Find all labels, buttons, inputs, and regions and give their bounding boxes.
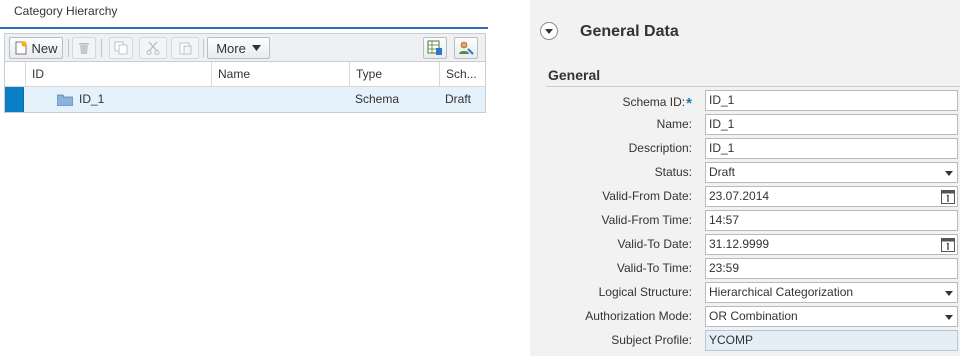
user-settings-icon [459,41,474,55]
group-title: General [548,67,601,83]
copy-button[interactable] [109,37,133,59]
cell-status: Draft [445,92,472,106]
schema-id-label: Schema ID:* [622,95,692,112]
cell-type: Schema [355,92,400,106]
name-field[interactable]: ID_1 [705,114,958,135]
cell-id: ID_1 [79,92,105,106]
more-button-label: More [216,40,246,56]
toolbar-separator [101,39,102,57]
cut-button[interactable] [139,37,167,59]
form-row-valid-to-date: Valid-To Date: 31.12.9999 [530,233,960,257]
more-menu-button[interactable]: More [207,37,270,59]
subject-profile-label: Subject Profile: [611,333,692,347]
schema-id-field[interactable]: ID_1 [705,90,958,111]
cell-name [211,87,217,112]
personalize-button[interactable] [454,37,478,59]
logical-structure-value: Hierarchical Categorization [709,285,854,299]
row-selector[interactable] [5,87,24,112]
column-header-id[interactable]: ID [25,62,211,87]
form-row-name: Name: ID_1 [530,113,960,137]
form-row-authorization-mode: Authorization Mode: OR Combination [530,305,960,329]
chevron-down-icon[interactable] [945,171,953,176]
form-row-valid-from-date: Valid-From Date: 23.07.2014 [530,185,960,209]
delete-button[interactable] [72,37,96,59]
authorization-mode-value: OR Combination [709,309,798,323]
status-value: Draft [709,165,736,179]
chevron-down-icon[interactable] [945,291,953,296]
table-settings-button[interactable] [423,37,447,59]
logical-structure-label: Logical Structure: [598,285,692,299]
status-dropdown[interactable]: Draft [705,162,958,183]
pane-gap [490,0,530,356]
valid-to-date-value: 31.12.9999 [709,237,770,251]
scissors-icon [146,41,160,55]
trash-icon [79,43,89,54]
new-button[interactable]: New [9,37,63,59]
paste-button[interactable] [171,37,199,59]
new-button-label: New [31,40,58,56]
status-label: Status: [654,165,692,179]
table-row[interactable]: ID_1 Schema Draft [5,87,485,112]
valid-from-date-value: 23.07.2014 [709,189,770,203]
form-row-description: Description: ID_1 [530,137,960,161]
column-header-name[interactable]: Name [211,62,349,87]
description-field[interactable]: ID_1 [705,138,958,159]
toolbar: New More [4,33,486,61]
general-data-pane: General Data General Schema ID:* ID_1 Na… [530,0,960,356]
column-header-status[interactable]: Sch... [439,62,485,87]
copy-icon [114,41,128,55]
logical-structure-dropdown[interactable]: Hierarchical Categorization [705,282,958,303]
group-divider [546,86,960,87]
form-row-status: Status: Draft [530,161,960,185]
subject-profile-field[interactable]: YCOMP [705,330,958,351]
toolbar-separator [68,39,69,57]
paste-icon [179,42,192,55]
toolbar-separator [203,39,204,57]
chevron-down-icon[interactable] [945,315,953,320]
name-label: Name: [656,117,692,131]
calendar-icon[interactable] [941,237,955,252]
chevron-down-icon [251,45,261,51]
valid-to-time-label: Valid-To Time: [616,261,692,275]
calendar-icon[interactable] [941,189,955,204]
valid-to-time-field[interactable]: 23:59 [705,258,958,279]
form-row-logical-structure: Logical Structure: Hierarchical Categori… [530,281,960,305]
authorization-mode-dropdown[interactable]: OR Combination [705,306,958,327]
valid-to-date-label: Valid-To Date: [617,237,692,251]
valid-to-date-field[interactable]: 31.12.9999 [705,234,958,255]
form-row-schema-id: Schema ID:* ID_1 [530,89,960,113]
table-settings-icon [427,40,442,55]
authorization-mode-label: Authorization Mode: [585,309,692,323]
category-hierarchy-pane: Category Hierarchy New More ID Name Type… [0,0,490,356]
form-row-valid-from-time: Valid-From Time: 14:57 [530,209,960,233]
form-row-valid-to-time: Valid-To Time: 23:59 [530,257,960,281]
hierarchy-table: ID Name Type Sch... ID_1 Schema Draft [4,61,486,113]
collapse-section-button[interactable] [540,22,558,40]
form-row-subject-profile: Subject Profile: YCOMP [530,329,960,353]
section-title: General Data [580,23,679,40]
folder-icon [57,94,73,106]
new-document-icon [15,41,28,55]
table-header: ID Name Type Sch... [5,62,485,87]
pane-title: Category Hierarchy [14,4,118,18]
column-header-type[interactable]: Type [349,62,439,87]
title-rule [0,27,488,29]
description-label: Description: [628,141,692,155]
valid-from-time-label: Valid-From Time: [601,213,692,227]
valid-from-date-field[interactable]: 23.07.2014 [705,186,958,207]
required-indicator: * [686,95,692,112]
valid-from-time-field[interactable]: 14:57 [705,210,958,231]
valid-from-date-label: Valid-From Date: [602,189,692,203]
